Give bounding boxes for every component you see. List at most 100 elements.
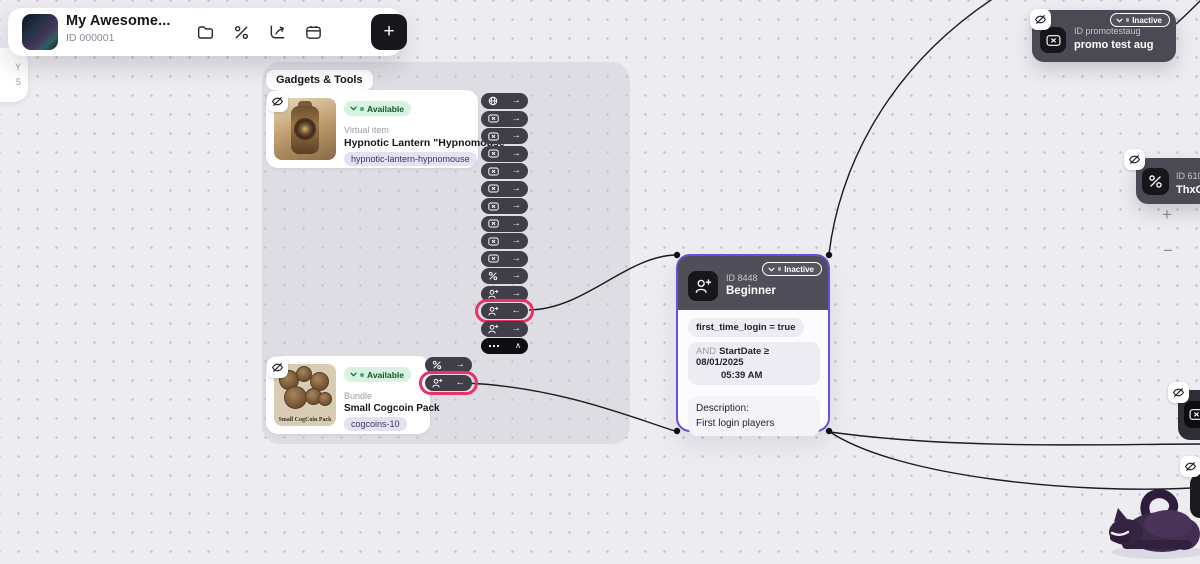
coupon-icon (488, 219, 499, 228)
folder-icon[interactable] (196, 23, 215, 42)
segment-icon-square (688, 271, 718, 301)
eye-off-icon (1172, 386, 1185, 399)
port-coupon-right[interactable]: → (481, 163, 528, 179)
item-card-cogcoin[interactable]: Small CogCoin Pack Available Bundle Smal… (266, 356, 430, 434)
node-id: ID 61073 (1176, 171, 1200, 181)
node-id: ID promotestaug (1074, 26, 1141, 36)
trend-icon[interactable] (268, 23, 287, 42)
port-list-main: → → → → → → → → → → → → ← → ∧ (481, 93, 528, 354)
chevron-down-icon (768, 267, 775, 272)
condition-chip: first_time_login = true (688, 318, 804, 337)
edge-beginner-to-right-2 (830, 432, 1192, 489)
visibility-off-badge[interactable] (1030, 9, 1051, 30)
percent-icon (1148, 174, 1163, 189)
person-add-icon (488, 306, 499, 316)
arrow-right-icon: → (512, 289, 522, 299)
arrow-left-icon: ← (456, 378, 466, 388)
status-dot (360, 107, 364, 111)
item-tag: hypnotic-lantern-hypnomouse (344, 152, 477, 166)
arrow-up-icon: ∧ (515, 342, 521, 350)
port-percent-right[interactable]: → (481, 268, 528, 284)
coupon-icon (488, 254, 499, 263)
arrow-right-icon: → (512, 201, 522, 211)
zoom-out-button[interactable]: − (1163, 242, 1173, 259)
eye-off-icon (271, 95, 284, 108)
edge-corner-segment (1176, 0, 1200, 24)
coupon-icon (488, 114, 499, 123)
port-coupon-right[interactable]: → (481, 181, 528, 197)
coupon-icon (1046, 34, 1061, 47)
basket-icon[interactable] (304, 23, 323, 42)
coupon-icon-square (1184, 401, 1200, 428)
item-tag: cogcoins-10 (344, 417, 407, 431)
arrow-right-icon: → (512, 271, 522, 281)
visibility-off-badge[interactable] (267, 91, 288, 112)
node-beginner[interactable]: ID 8448 Beginner Inactive first_time_log… (676, 254, 830, 432)
status-badge-inactive[interactable]: Inactive (1110, 13, 1170, 27)
visibility-off-badge[interactable] (1180, 456, 1200, 477)
node-name: promo test aug (1074, 39, 1153, 51)
port-globe-right[interactable]: → (481, 93, 528, 109)
percent-icon[interactable] (232, 23, 251, 42)
add-button[interactable]: + (371, 14, 407, 50)
port-coupon-right[interactable]: → (481, 251, 528, 267)
arrow-right-icon: → (456, 360, 466, 370)
item-card-hypnomouse[interactable]: Available Virtual item Hypnotic Lantern … (266, 90, 478, 168)
node-name: ThxGiving (1176, 184, 1200, 196)
visibility-off-badge[interactable] (1168, 382, 1189, 403)
zoom-in-button[interactable]: + (1162, 206, 1172, 223)
edge-beginner-to-top (829, 0, 997, 254)
port-percent-right[interactable]: → (425, 357, 472, 373)
coupon-icon-square (1040, 27, 1066, 53)
visibility-off-badge[interactable] (267, 357, 288, 378)
arrow-right-icon: → (512, 166, 522, 176)
node-promo-test-aug[interactable]: ID promotestaug promo test aug Inactive (1032, 10, 1176, 62)
flow-canvas[interactable]: Y 5 My Awesome... ID 000001 + Gadgets & … (0, 0, 1200, 564)
port-person-add-right[interactable]: → (481, 286, 528, 302)
status-dot (1126, 18, 1130, 22)
person-add-icon (488, 289, 499, 299)
port-coupon-right[interactable]: → (481, 111, 528, 127)
percent-icon (488, 271, 498, 281)
port-coupon-right[interactable]: → (481, 216, 528, 232)
port-more-up[interactable]: ∧ (481, 338, 528, 354)
node-partial-coupon[interactable] (1178, 390, 1200, 440)
coupon-icon (1189, 408, 1200, 421)
port-person-add-right[interactable]: → (481, 321, 528, 337)
status-dot (360, 373, 364, 377)
coupon-icon (488, 149, 499, 158)
visibility-off-badge[interactable] (1124, 149, 1145, 170)
more-icon (488, 344, 500, 348)
gadgets-group-title[interactable]: Gadgets & Tools (266, 70, 373, 90)
person-add-icon (432, 378, 443, 388)
condition-chip: ANDStartDate ≥ 08/01/2025 05:39 AM (688, 342, 820, 385)
project-header-card[interactable]: My Awesome... ID 000001 + (8, 8, 402, 56)
port-person-add-left[interactable]: ← (425, 375, 472, 391)
percent-icon-square (1142, 168, 1169, 195)
node-thxgiving[interactable]: ID 61073 ThxGiving (1136, 158, 1200, 204)
node-header: ID 8448 Beginner Inactive (678, 256, 828, 310)
port-coupon-right[interactable]: → (481, 198, 528, 214)
arrow-right-icon: → (512, 219, 522, 229)
eye-off-icon (1034, 13, 1047, 26)
status-badge-inactive[interactable]: Inactive (762, 262, 822, 276)
port-coupon-right[interactable]: → (481, 146, 528, 162)
item-kind: Bundle (344, 391, 424, 401)
port-coupon-right[interactable]: → (481, 233, 528, 249)
status-badge-available[interactable]: Available (344, 101, 411, 116)
eye-off-icon (1184, 460, 1197, 473)
chevron-down-icon (350, 372, 357, 377)
status-badge-available[interactable]: Available (344, 367, 411, 382)
globe-icon (488, 96, 498, 106)
status-dot (778, 267, 782, 271)
person-add-icon[interactable] (340, 23, 359, 42)
eye-off-icon (1128, 153, 1141, 166)
chevron-down-icon (350, 106, 357, 111)
item-name: Small Cogcoin Pack (344, 403, 424, 414)
port-person-add-left[interactable]: ← (481, 303, 528, 319)
item-image-caption: Small CogCoin Pack (274, 417, 336, 423)
arrow-right-icon: → (512, 236, 522, 246)
item-name: Hypnotic Lantern "Hypnomouse" (344, 137, 472, 149)
port-coupon-right[interactable]: → (481, 128, 528, 144)
arrow-right-icon: → (512, 114, 522, 124)
